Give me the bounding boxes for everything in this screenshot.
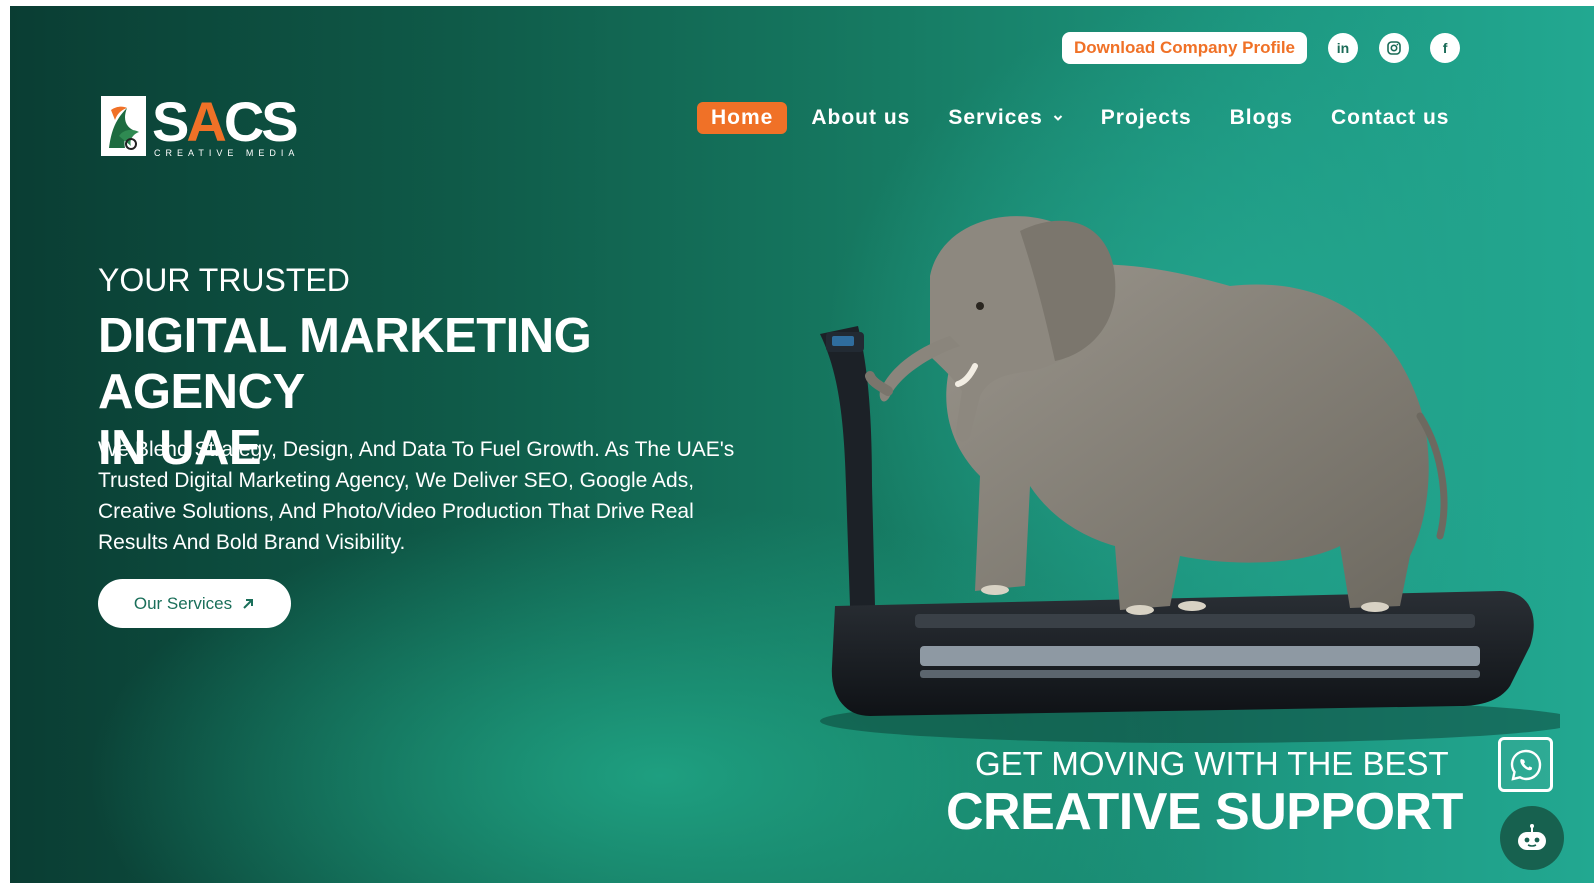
logo-letters-cs: CS [223,90,299,153]
instagram-glyph [1387,41,1401,55]
chatbot-icon [1518,824,1546,850]
nav-home[interactable]: Home [697,102,788,134]
facebook-glyph: f [1442,40,1448,56]
logo-letter-a: A [186,90,226,153]
nav-blogs[interactable]: Blogs [1230,106,1293,130]
arrow-up-right-icon [243,599,254,609]
nav-services-label: Services [948,106,1043,129]
nav-about[interactable]: About us [811,106,910,130]
logo-letter-s: S [152,90,189,153]
whatsapp-button[interactable] [1498,737,1553,792]
linkedin-icon[interactable]: in [1328,33,1359,63]
logo-text: SACS CREATIVE MEDIA [152,94,300,159]
tagline-big: CREATIVE SUPPORT [946,783,1463,841]
logo-subtitle: CREATIVE MEDIA [154,148,300,158]
hero-section: Download Company Profile in f SACS CREAT… [10,6,1594,883]
hero-description: We Blend Strategy, Design, And Data To F… [98,438,735,554]
whatsapp-icon [1510,749,1541,781]
linkedin-glyph: in [1336,40,1350,56]
elephant-treadmill-image [820,216,1560,743]
chatbot-button[interactable] [1500,806,1564,870]
headline-line-1: DIGITAL MARKETING AGENCY [98,309,592,419]
cta-label: Our Services [133,593,233,613]
our-services-button[interactable]: Our Services [98,579,291,628]
main-nav: Home About us Services Projects Blogs Co… [697,102,1450,134]
nav-services[interactable]: Services [948,106,1062,130]
hero-kicker: YOUR TRUSTED [98,262,350,298]
instagram-icon[interactable] [1379,33,1410,63]
logo-wordmark: SACS [152,94,299,150]
top-bar: Download Company Profile in f [1062,32,1461,64]
chevron-down-icon [1053,115,1062,121]
tagline-small: GET MOVING WITH THE BEST [975,745,1449,782]
logo-emblem-icon [101,96,146,156]
site-logo[interactable]: SACS CREATIVE MEDIA [101,94,300,159]
facebook-icon[interactable]: f [1430,33,1461,63]
download-profile-button[interactable]: Download Company Profile [1062,32,1308,64]
nav-contact[interactable]: Contact us [1331,106,1450,130]
nav-projects[interactable]: Projects [1101,106,1192,130]
